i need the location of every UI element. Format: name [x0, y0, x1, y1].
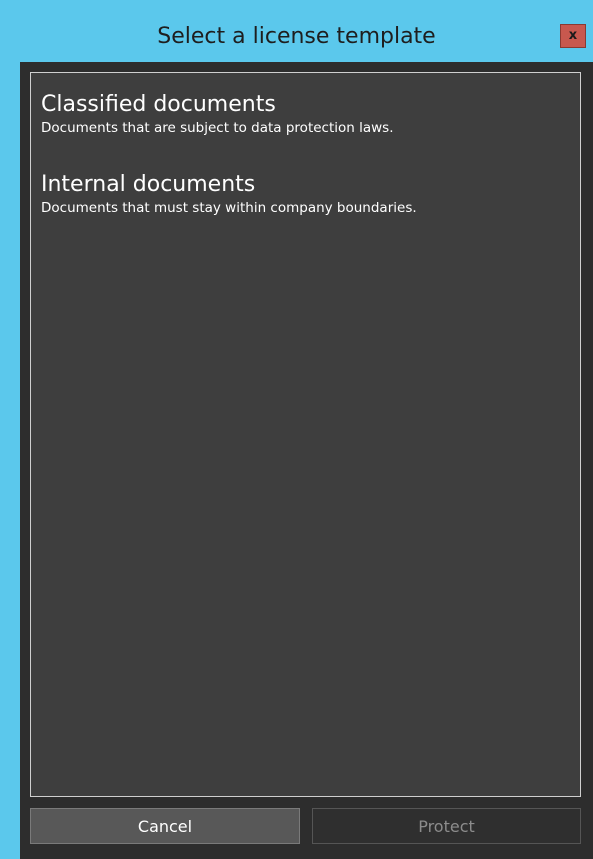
template-name: Internal documents: [41, 172, 256, 197]
close-icon: x: [568, 28, 578, 43]
template-list[interactable]: Classified documents Documents that are …: [30, 72, 581, 797]
template-description: Documents that are subject to data prote…: [41, 120, 394, 136]
template-name: Classified documents: [41, 92, 276, 117]
dialog-title: Select a license template: [157, 24, 436, 49]
protect-button[interactable]: Protect: [312, 808, 581, 844]
title-bar: Select a license template x: [0, 0, 593, 64]
close-button[interactable]: x: [560, 24, 586, 48]
template-item-classified[interactable]: Classified documents Documents that are …: [41, 91, 394, 137]
license-template-dialog: Select a license template x Classified d…: [0, 0, 593, 859]
cancel-button[interactable]: Cancel: [30, 808, 300, 844]
template-description: Documents that must stay within company …: [41, 200, 417, 216]
template-item-internal[interactable]: Internal documents Documents that must s…: [41, 171, 417, 217]
